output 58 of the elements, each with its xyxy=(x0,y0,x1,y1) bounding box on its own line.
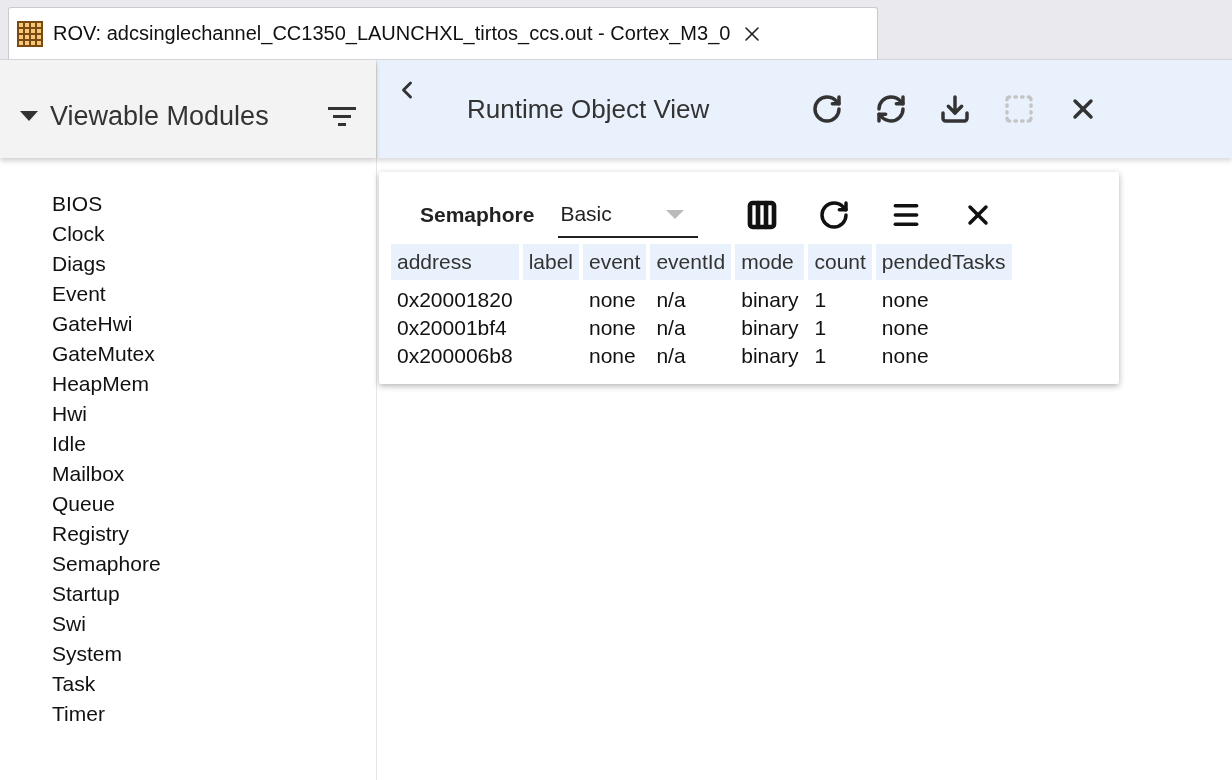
view-select[interactable]: Basic xyxy=(558,192,699,238)
module-item[interactable]: Mailbox xyxy=(52,459,125,489)
columns-button[interactable] xyxy=(746,199,779,231)
column-header: eventId xyxy=(650,244,732,280)
module-item[interactable]: GateHwi xyxy=(52,309,133,339)
table-cell-text: 0x200006b8 xyxy=(396,343,514,369)
refresh-button[interactable] xyxy=(811,93,843,125)
table-cell-text: binary xyxy=(740,315,800,341)
module-item[interactable]: Registry xyxy=(52,519,130,549)
table-cell-text: none xyxy=(588,287,637,313)
refresh-button[interactable] xyxy=(818,199,851,231)
table-cell-text: none xyxy=(588,343,637,369)
dropdown-caret-icon xyxy=(666,209,685,219)
grid-icon xyxy=(17,20,43,47)
table-cell-text: n/a xyxy=(655,315,687,341)
module-item[interactable]: System xyxy=(52,639,122,669)
module-item[interactable]: GateMutex xyxy=(52,339,155,369)
column-header: count xyxy=(808,244,872,280)
module-item[interactable]: Semaphore xyxy=(52,549,161,579)
column-header: address xyxy=(391,244,519,280)
table-cell-text: none xyxy=(880,343,930,369)
table-cell-text: 1 xyxy=(813,287,828,313)
table-cell-text: binary xyxy=(740,343,800,369)
table-cell-text: 1 xyxy=(813,315,828,341)
filter-icon[interactable] xyxy=(328,106,356,126)
table-cell-text: 0x20001820 xyxy=(396,287,514,313)
table-cell-text: none xyxy=(880,287,930,313)
tab-title: ROV: adcsinglechannel_CC1350_LAUNCHXL_tirtos_ccs.out - Cortex_M3_0 xyxy=(53,22,731,45)
module-name: Semaphore xyxy=(420,203,535,227)
table-cell-text: 1 xyxy=(813,343,828,369)
module-item[interactable]: Timer xyxy=(52,699,105,729)
column-header: mode xyxy=(735,244,805,280)
column-header: label xyxy=(522,244,579,280)
module-item[interactable]: Task xyxy=(52,669,96,699)
table-cell-text: n/a xyxy=(655,343,687,369)
editor-tab[interactable]: ROV: adcsinglechannel_CC1350_LAUNCHXL_tirtos_ccs.out - Cortex_M3_0 xyxy=(8,7,878,59)
module-item[interactable]: Hwi xyxy=(52,399,87,429)
sync-button[interactable] xyxy=(875,93,907,125)
table-cell-text: none xyxy=(880,315,930,341)
table-cell-text: binary xyxy=(740,287,800,313)
module-item[interactable]: Idle xyxy=(52,429,86,459)
module-item[interactable]: Startup xyxy=(52,579,120,609)
module-item[interactable]: BIOS xyxy=(52,189,103,219)
table-cell-text: 0x20001bf4 xyxy=(396,315,508,341)
download-button[interactable] xyxy=(939,93,971,125)
module-item[interactable]: Clock xyxy=(52,219,105,249)
table-cell-text: none xyxy=(588,315,637,341)
module-item[interactable]: Event xyxy=(52,279,106,309)
expand-caret-icon[interactable] xyxy=(20,111,38,121)
column-header: pendedTasks xyxy=(875,244,1012,280)
module-item[interactable]: HeapMem xyxy=(52,369,149,399)
sidebar-title: Viewable Modules xyxy=(50,100,270,132)
module-item[interactable]: Diags xyxy=(52,249,106,279)
module-item[interactable]: Swi xyxy=(52,609,86,639)
column-header: event xyxy=(583,244,647,280)
table-cell-text: n/a xyxy=(655,287,687,313)
module-item[interactable]: Queue xyxy=(52,489,116,519)
view-title: Runtime Object View xyxy=(467,93,711,125)
